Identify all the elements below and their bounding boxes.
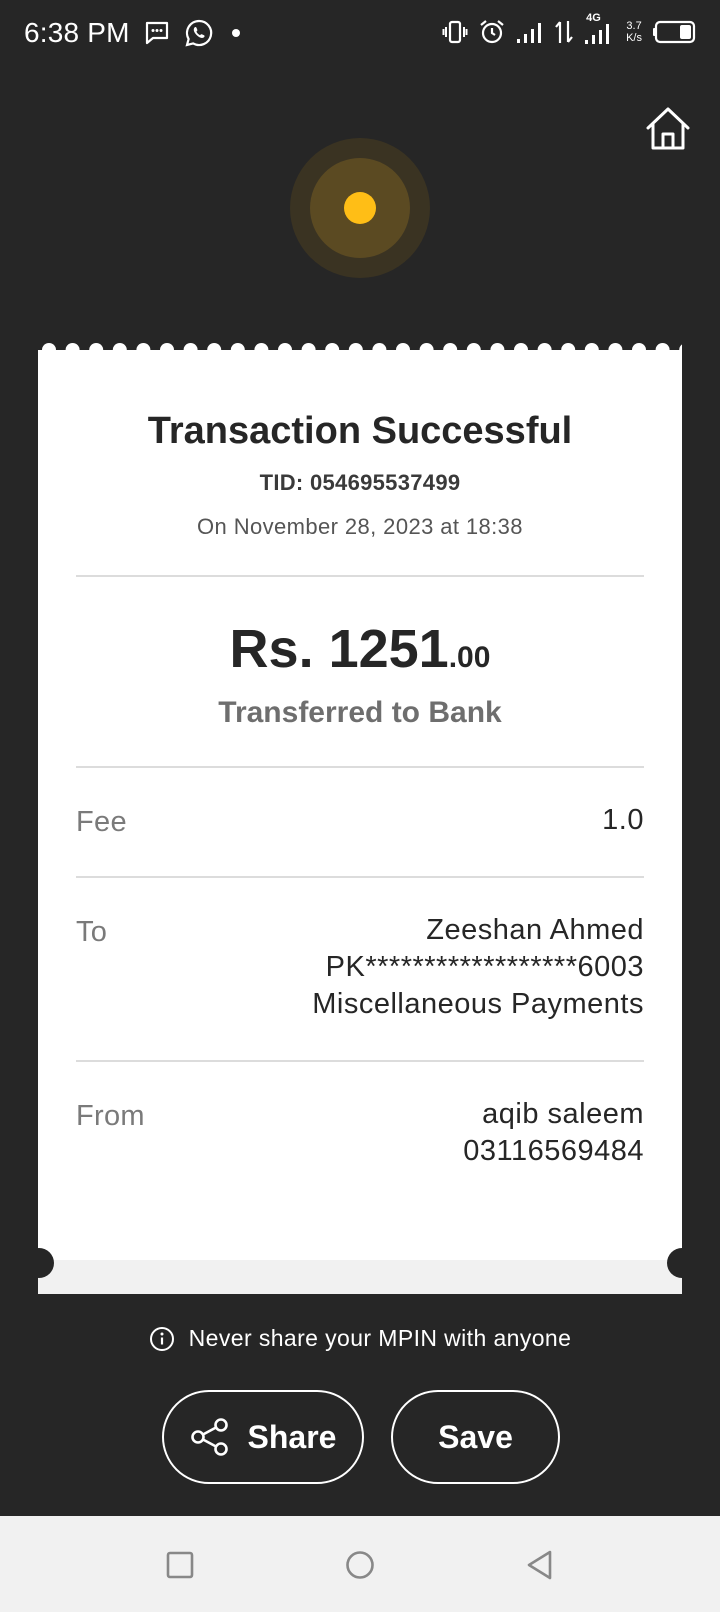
battery-icon bbox=[652, 20, 696, 44]
back-button[interactable] bbox=[523, 1548, 557, 1582]
status-time: 6:38 PM bbox=[24, 17, 130, 48]
transaction-id: TID: 054695537499 bbox=[259, 470, 461, 495]
security-notice: Never share your MPIN with anyone bbox=[0, 1325, 720, 1352]
notification-dot-icon bbox=[228, 25, 244, 41]
share-icon bbox=[190, 1418, 228, 1456]
recipient-name: Zeeshan Ahmed bbox=[426, 914, 644, 946]
fee-value: 1.0 bbox=[602, 804, 644, 836]
share-button[interactable]: Share bbox=[162, 1390, 364, 1484]
network-speed: 3.7 K/s bbox=[626, 20, 642, 44]
network-type: 4G bbox=[586, 12, 601, 24]
speed-value: 3.7 bbox=[626, 20, 642, 32]
receipt-footer-strip bbox=[38, 1260, 682, 1294]
sender-phone: 03116569484 bbox=[463, 1135, 644, 1167]
receipt-scalloped-edge bbox=[38, 343, 682, 362]
divider bbox=[76, 1060, 644, 1062]
security-notice-text: Never share your MPIN with anyone bbox=[188, 1325, 572, 1351]
amount-decimal: .00 bbox=[448, 641, 491, 674]
system-nav-bar bbox=[0, 1516, 720, 1612]
save-button-label: Save bbox=[438, 1418, 513, 1455]
receipt-notch-right bbox=[667, 1248, 697, 1278]
recent-apps-button[interactable] bbox=[163, 1548, 197, 1582]
to-label: To bbox=[76, 916, 108, 948]
home-button[interactable] bbox=[644, 104, 692, 152]
from-details: aqib saleem 03116569484 bbox=[463, 1096, 644, 1170]
transaction-date: On November 28, 2023 at 18:38 bbox=[197, 514, 523, 539]
divider bbox=[76, 766, 644, 768]
data-transfer-icon bbox=[554, 19, 574, 45]
alarm-icon bbox=[478, 18, 506, 46]
transaction-type: Transferred to Bank bbox=[218, 696, 502, 729]
from-label: From bbox=[76, 1100, 145, 1132]
divider bbox=[76, 575, 644, 577]
fee-label: Fee bbox=[76, 806, 127, 838]
status-bar: 6:38 PM 4G 3.7 K/s bbox=[0, 0, 720, 66]
signal-2-icon: 4G bbox=[584, 12, 616, 46]
transaction-title: Transaction Successful bbox=[147, 410, 573, 452]
divider bbox=[76, 876, 644, 878]
info-icon bbox=[149, 1326, 174, 1351]
signal-1-icon bbox=[516, 19, 544, 45]
vibrate-icon bbox=[442, 19, 468, 45]
share-button-label: Share bbox=[247, 1418, 337, 1455]
amount-main: Rs. 1251 bbox=[229, 619, 449, 679]
recipient-account: PK******************6003 bbox=[325, 951, 644, 983]
message-icon bbox=[144, 20, 170, 46]
save-button[interactable]: Save bbox=[391, 1390, 560, 1484]
speed-unit: K/s bbox=[626, 32, 642, 44]
home-nav-button[interactable] bbox=[343, 1548, 377, 1582]
payment-purpose: Miscellaneous Payments bbox=[312, 988, 644, 1020]
to-details: Zeeshan Ahmed PK******************6003 M… bbox=[312, 912, 644, 1023]
transaction-amount: Rs. 1251.00 bbox=[38, 618, 682, 680]
status-indicator-dot bbox=[344, 192, 376, 224]
sender-name: aqib saleem bbox=[482, 1098, 644, 1130]
receipt-notch-left bbox=[24, 1248, 54, 1278]
home-icon bbox=[646, 107, 690, 150]
status-indicator bbox=[290, 138, 430, 278]
receipt-card: Transaction Successful TID: 054695537499… bbox=[38, 350, 682, 1294]
whatsapp-icon bbox=[184, 18, 214, 48]
